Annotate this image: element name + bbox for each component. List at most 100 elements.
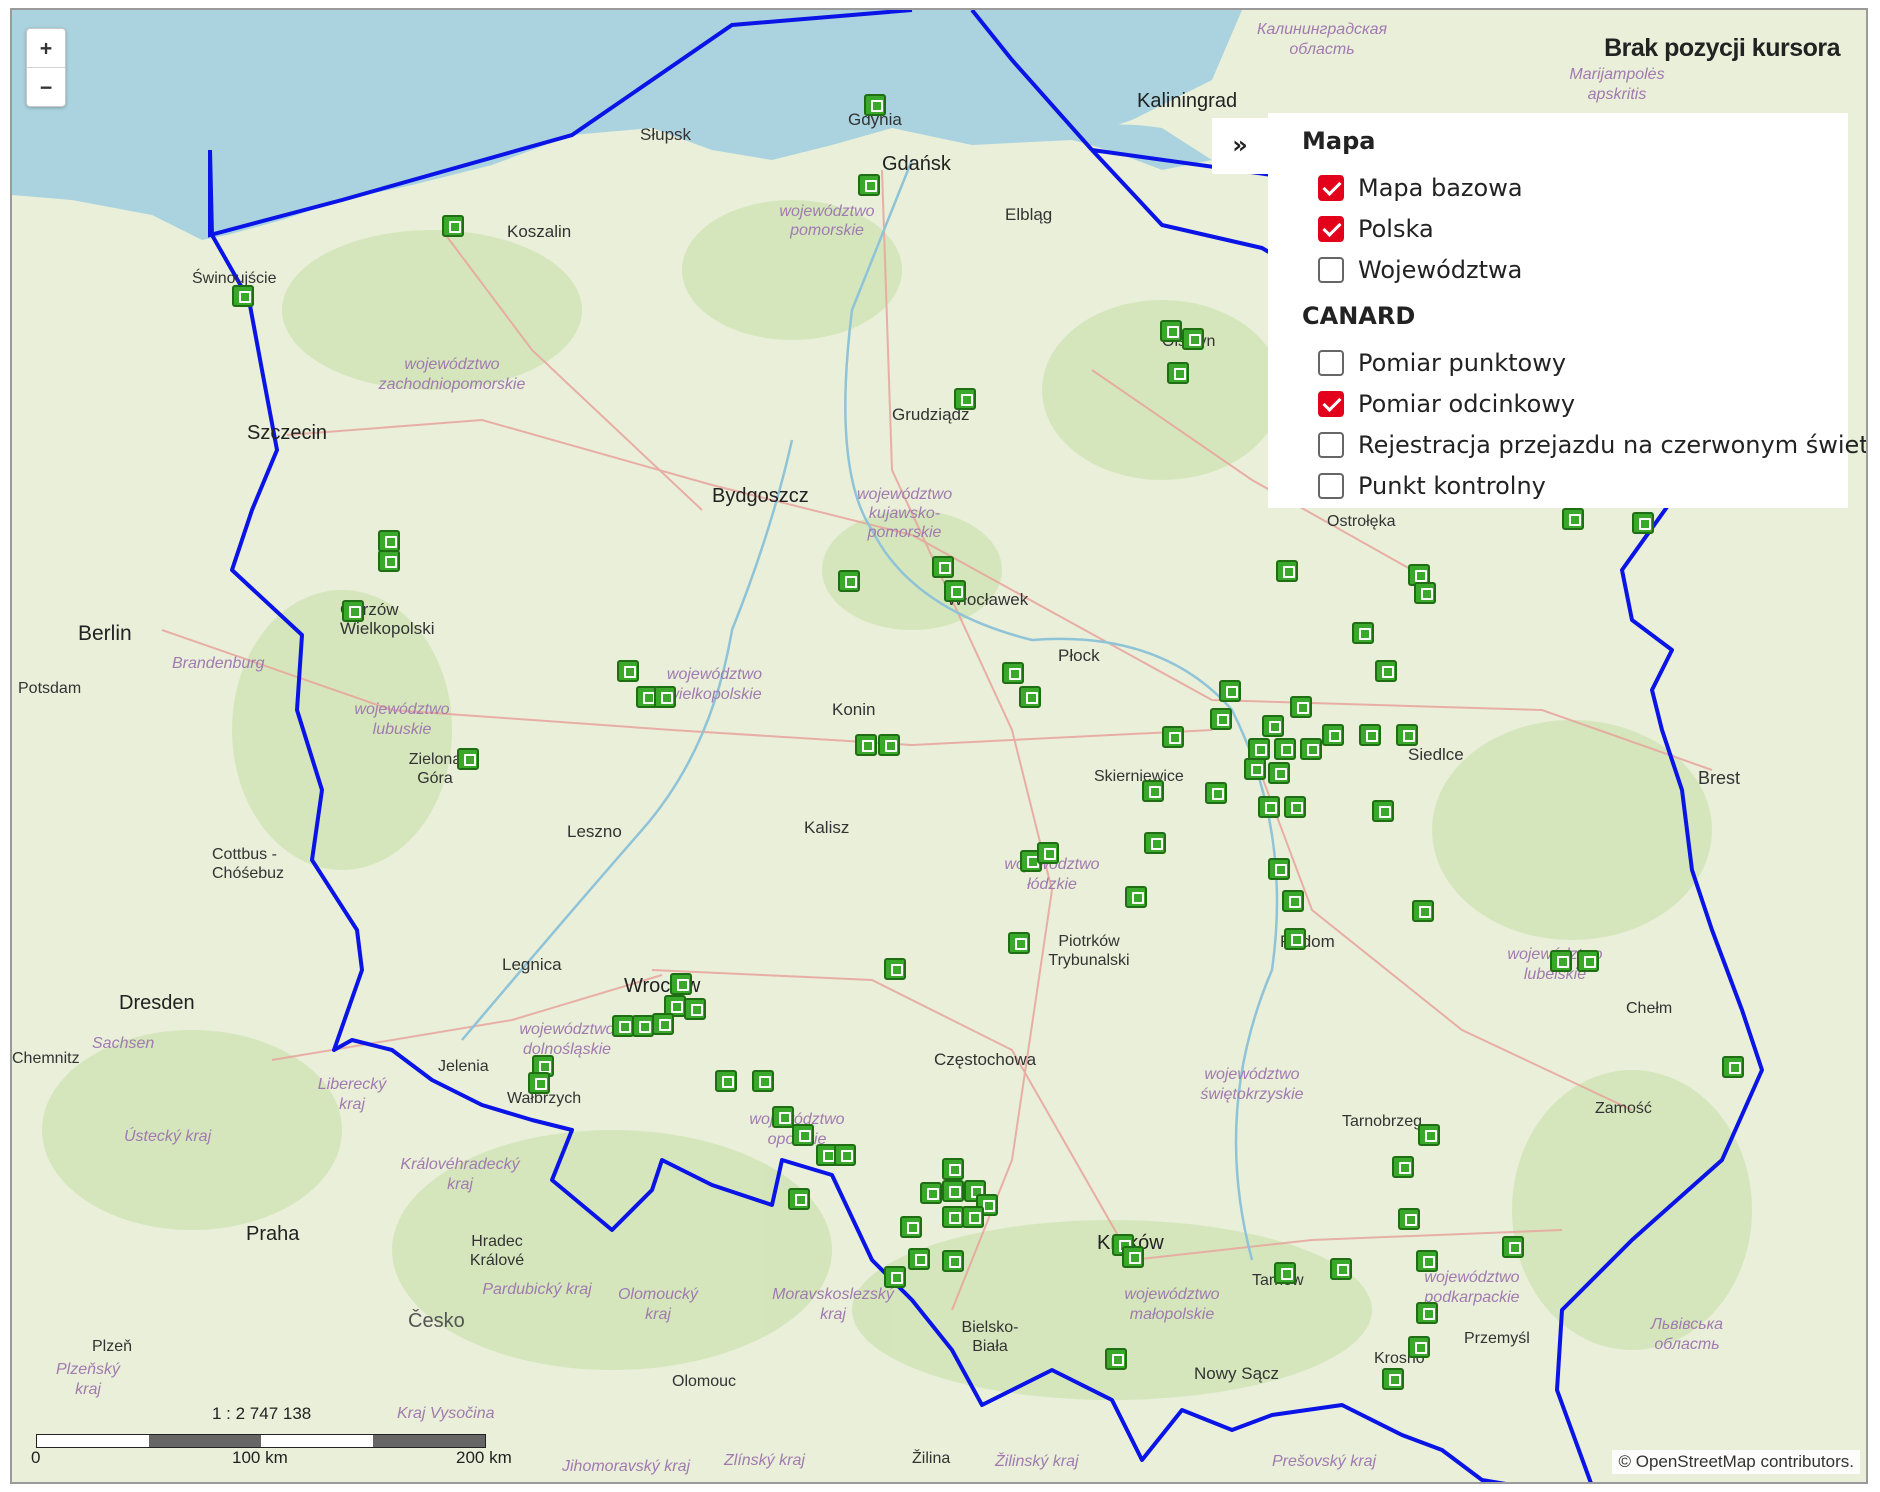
speed-camera-icon[interactable] [1219,680,1241,702]
speed-camera-icon[interactable] [1418,1124,1440,1146]
speed-camera-icon[interactable] [1268,762,1290,784]
speed-camera-icon[interactable] [1122,1246,1144,1268]
speed-camera-icon[interactable] [715,1070,737,1092]
speed-camera-icon[interactable] [792,1124,814,1146]
layer-item-pomiar-punktowy[interactable]: Pomiar punktowy [1302,342,1834,383]
speed-camera-icon[interactable] [378,530,400,552]
speed-camera-icon[interactable] [1002,662,1024,684]
checkbox[interactable] [1318,174,1344,201]
speed-camera-icon[interactable] [1162,726,1184,748]
checkbox[interactable] [1318,431,1344,458]
speed-camera-icon[interactable] [1205,782,1227,804]
speed-camera-icon[interactable] [1268,858,1290,880]
speed-camera-icon[interactable] [378,550,400,572]
speed-camera-icon[interactable] [1274,738,1296,760]
speed-camera-icon[interactable] [1037,842,1059,864]
speed-camera-icon[interactable] [232,285,254,307]
speed-camera-icon[interactable] [1330,1258,1352,1280]
checkbox[interactable] [1318,215,1344,242]
speed-camera-icon[interactable] [942,1180,964,1202]
speed-camera-icon[interactable] [884,1266,906,1288]
speed-camera-icon[interactable] [858,174,880,196]
speed-camera-icon[interactable] [1359,724,1381,746]
layer-panel-toggle-button[interactable]: » [1212,118,1268,174]
speed-camera-icon[interactable] [900,1216,922,1238]
speed-camera-icon[interactable] [1392,1156,1414,1178]
speed-camera-icon[interactable] [1105,1348,1127,1370]
speed-camera-icon[interactable] [442,215,464,237]
layer-item-pomiar-odcinkowy[interactable]: Pomiar odcinkowy [1302,383,1834,424]
speed-camera-icon[interactable] [788,1188,810,1210]
speed-camera-icon[interactable] [920,1182,942,1204]
speed-camera-icon[interactable] [1416,1250,1438,1272]
speed-camera-icon[interactable] [670,973,692,995]
speed-camera-icon[interactable] [864,94,886,116]
speed-camera-icon[interactable] [1416,1302,1438,1324]
speed-camera-icon[interactable] [1398,1208,1420,1230]
speed-camera-icon[interactable] [342,600,364,622]
speed-camera-icon[interactable] [1412,900,1434,922]
checkbox[interactable] [1318,256,1344,283]
speed-camera-icon[interactable] [1284,796,1306,818]
speed-camera-icon[interactable] [1019,686,1041,708]
speed-camera-icon[interactable] [1300,738,1322,760]
speed-camera-icon[interactable] [1375,660,1397,682]
speed-camera-icon[interactable] [1262,715,1284,737]
speed-camera-icon[interactable] [1408,1336,1430,1358]
speed-camera-icon[interactable] [908,1248,930,1270]
speed-camera-icon[interactable] [1008,932,1030,954]
zoom-in-button[interactable]: + [27,29,65,67]
speed-camera-icon[interactable] [1372,800,1394,822]
speed-camera-icon[interactable] [884,958,906,980]
speed-camera-icon[interactable] [954,388,976,410]
speed-camera-icon[interactable] [654,686,676,708]
speed-camera-icon[interactable] [1352,622,1374,644]
map-view[interactable]: Gdynia Gdańsk Słupsk Koszalin Elbląg Świ… [10,8,1868,1484]
speed-camera-icon[interactable] [1182,328,1204,350]
speed-camera-icon[interactable] [612,1015,634,1037]
speed-camera-icon[interactable] [1276,560,1298,582]
speed-camera-icon[interactable] [1502,1236,1524,1258]
layer-item-mapa-bazowa[interactable]: Mapa bazowa [1302,167,1834,208]
speed-camera-icon[interactable] [1550,950,1572,972]
speed-camera-icon[interactable] [772,1106,794,1128]
speed-camera-icon[interactable] [1274,1262,1296,1284]
speed-camera-icon[interactable] [962,1206,984,1228]
speed-camera-icon[interactable] [1142,780,1164,802]
speed-camera-icon[interactable] [1562,508,1584,530]
speed-camera-icon[interactable] [617,660,639,682]
speed-camera-icon[interactable] [1167,362,1189,384]
speed-camera-icon[interactable] [1282,890,1304,912]
speed-camera-icon[interactable] [1244,758,1266,780]
speed-camera-icon[interactable] [1284,928,1306,950]
speed-camera-icon[interactable] [1396,724,1418,746]
speed-camera-icon[interactable] [1382,1368,1404,1390]
speed-camera-icon[interactable] [652,1013,674,1035]
layer-item-wojewodztwa[interactable]: Województwa [1302,249,1834,290]
layer-item-polska[interactable]: Polska [1302,208,1834,249]
checkbox[interactable] [1318,390,1344,417]
speed-camera-icon[interactable] [1722,1056,1744,1078]
checkbox[interactable] [1318,472,1344,499]
speed-camera-icon[interactable] [1210,708,1232,730]
speed-camera-icon[interactable] [942,1250,964,1272]
speed-camera-icon[interactable] [632,1015,654,1037]
speed-camera-icon[interactable] [1632,512,1654,534]
map-attribution[interactable]: © OpenStreetMap contributors. [1612,1450,1860,1474]
speed-camera-icon[interactable] [1414,582,1436,604]
speed-camera-icon[interactable] [1290,696,1312,718]
speed-camera-icon[interactable] [878,734,900,756]
checkbox[interactable] [1318,349,1344,376]
speed-camera-icon[interactable] [1577,950,1599,972]
speed-camera-icon[interactable] [942,1206,964,1228]
speed-camera-icon[interactable] [944,580,966,602]
speed-camera-icon[interactable] [855,734,877,756]
speed-camera-icon[interactable] [752,1070,774,1092]
speed-camera-icon[interactable] [932,556,954,578]
speed-camera-icon[interactable] [1160,320,1182,342]
speed-camera-icon[interactable] [457,748,479,770]
speed-camera-icon[interactable] [838,570,860,592]
speed-camera-icon[interactable] [834,1144,856,1166]
speed-camera-icon[interactable] [1322,724,1344,746]
layer-item-punkt-kontrolny[interactable]: Punkt kontrolny [1302,465,1834,506]
